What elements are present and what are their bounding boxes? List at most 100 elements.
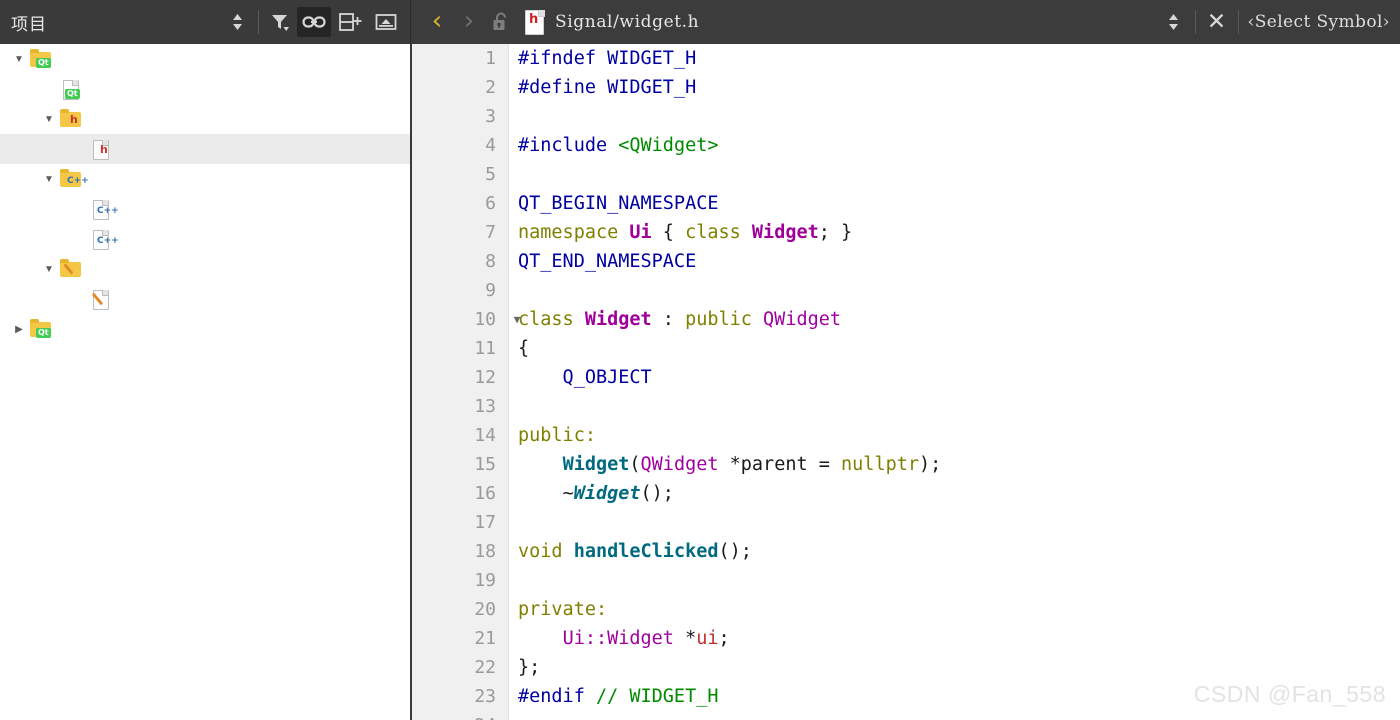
code-content[interactable]: #ifndef WIDGET_H #define WIDGET_H #includ… [509, 44, 1400, 720]
code-line[interactable]: Widget(QWidget *parent = nullptr); [518, 450, 1400, 479]
tree-item-widget-cpp[interactable]: C++ [0, 224, 410, 254]
collapse-panel-button[interactable] [369, 7, 403, 37]
code-line[interactable] [518, 392, 1400, 421]
expand-arrow-down-icon[interactable]: ▼ [38, 174, 60, 185]
h-file-icon: h [90, 139, 112, 160]
code-token: #include [518, 135, 619, 156]
tree-item-widget-ui[interactable] [0, 284, 410, 314]
code-line[interactable]: #ifndef WIDGET_H [518, 44, 1400, 73]
line-number: 20 [412, 595, 508, 624]
code-line[interactable]: Q_OBJECT [518, 363, 1400, 392]
split-add-button[interactable] [333, 7, 367, 37]
cpp-badge: C++ [67, 176, 89, 186]
code-token: // WIDGET_H [595, 686, 719, 707]
close-document-button[interactable]: ✕ [1202, 7, 1232, 37]
code-line[interactable]: ~Widget(); [518, 479, 1400, 508]
code-line[interactable]: #endif // WIDGET_H [518, 682, 1400, 711]
expand-arrow-down-icon[interactable]: ▼ [38, 264, 60, 275]
code-editor[interactable]: 12345678910▼1112131415161718192021222324… [412, 44, 1400, 720]
code-line[interactable] [518, 711, 1400, 720]
code-token: ; [718, 628, 730, 649]
line-number: 5 [412, 160, 508, 189]
tree-item-signal_2[interactable]: ▶ Qt [0, 314, 410, 344]
code-line[interactable]: class Widget : public QWidget [518, 305, 1400, 334]
line-number: 8 [412, 247, 508, 276]
line-number-gutter: 12345678910▼1112131415161718192021222324 [412, 44, 520, 720]
link-with-editor-button[interactable] [297, 7, 331, 37]
line-number-text: 6 [485, 193, 496, 214]
code-line[interactable] [518, 508, 1400, 537]
code-line[interactable]: { [518, 334, 1400, 363]
file-dropdown-button[interactable] [1159, 7, 1189, 37]
code-token: QWidget [763, 309, 842, 330]
filter-button[interactable] [265, 7, 295, 37]
toolbar-divider-3 [1237, 10, 1239, 34]
code-token: QT_END_NAMESPACE [518, 251, 697, 272]
code-token: Ui::Widget [562, 628, 674, 649]
tree-item-forms[interactable]: ▼ [0, 254, 410, 284]
header-file-icon: h [523, 9, 547, 35]
code-line[interactable]: void handleClicked(); [518, 537, 1400, 566]
unlocked-padlock-icon [493, 12, 506, 30]
tree-item-signal[interactable]: ▼ Qt [0, 44, 410, 74]
expand-arrow-right-icon[interactable]: ▶ [8, 324, 30, 335]
tree-item-headers[interactable]: ▼ h [0, 104, 410, 134]
code-line[interactable]: #include <QWidget> [518, 131, 1400, 160]
line-number: 21 [412, 624, 508, 653]
qt-creator-window: 项目 ‹ › h Signal/widget.h ✕ ‹Select Symbo… [0, 0, 1400, 720]
code-line[interactable] [518, 160, 1400, 189]
line-number: 22 [412, 653, 508, 682]
toolbar-divider-2 [1194, 10, 1196, 34]
tree-item-signal-pro[interactable]: Qt [0, 74, 410, 104]
tree-item-sources[interactable]: ▼ C++ [0, 164, 410, 194]
tree-item-widget-h[interactable]: h [0, 134, 410, 164]
navigate-forward-button[interactable]: › [453, 8, 485, 37]
code-line[interactable]: QT_BEGIN_NAMESPACE [518, 189, 1400, 218]
code-token: (); [718, 541, 752, 562]
line-number: 9 [412, 276, 508, 305]
ui-file-icon [90, 289, 112, 310]
tree-item-main-cpp[interactable]: C++ [0, 194, 410, 224]
code-token: public [685, 309, 764, 330]
code-line[interactable]: }; [518, 653, 1400, 682]
main-area: ▼ Qt Qt ▼ h h ▼ C++ C++ C++ ▼ ▶ Qt 1 2 3 4 5 6 7 8 9 10 ▼ 11 12 1… [0, 44, 1400, 720]
code-token: Widget [584, 309, 652, 330]
up-down-arrows-icon [1169, 14, 1179, 30]
sources-folder-icon: C++ [60, 169, 89, 189]
code-line[interactable]: Ui::Widget *ui; [518, 624, 1400, 653]
expand-arrow-down-icon[interactable]: ▼ [38, 114, 60, 125]
code-token: ( [629, 454, 641, 475]
cpp-file-icon: C++ [90, 199, 119, 220]
code-token: { [651, 222, 686, 243]
code-line[interactable] [518, 102, 1400, 131]
file-path-label: Signal/widget.h [555, 12, 700, 32]
code-line[interactable] [518, 276, 1400, 305]
qt-badge: Qt [65, 89, 80, 99]
collapse-panel-icon [375, 14, 397, 30]
qt-folder-icon: Qt [30, 319, 52, 339]
h-badge: h [70, 113, 78, 126]
line-number: 14 [412, 421, 508, 450]
line-number-text: 2 [485, 77, 496, 98]
code-line[interactable]: private: [518, 595, 1400, 624]
sort-toggle-button[interactable] [222, 7, 252, 37]
code-line[interactable] [518, 566, 1400, 595]
code-line[interactable]: #define WIDGET_H [518, 73, 1400, 102]
headers-folder-icon: h [60, 109, 82, 129]
navigate-back-button[interactable]: ‹ [421, 8, 453, 37]
line-number: 19 [412, 566, 508, 595]
symbol-selector[interactable]: ‹Select Symbol› [1248, 12, 1390, 32]
code-line[interactable]: QT_END_NAMESPACE [518, 247, 1400, 276]
line-number: 6 [412, 189, 508, 218]
lock-toggle-button[interactable] [486, 7, 516, 37]
line-number: 17 [412, 508, 508, 537]
code-line[interactable]: public: [518, 421, 1400, 450]
project-tree[interactable]: ▼ Qt Qt ▼ h h ▼ C++ C++ C++ ▼ ▶ Qt [0, 44, 412, 720]
code-line[interactable]: namespace Ui { class Widget; } [518, 218, 1400, 247]
expand-arrow-down-icon[interactable]: ▼ [8, 54, 30, 65]
code-token: Q_OBJECT [518, 367, 652, 388]
line-number-text: 18 [474, 541, 496, 562]
code-token: }; [518, 657, 541, 678]
